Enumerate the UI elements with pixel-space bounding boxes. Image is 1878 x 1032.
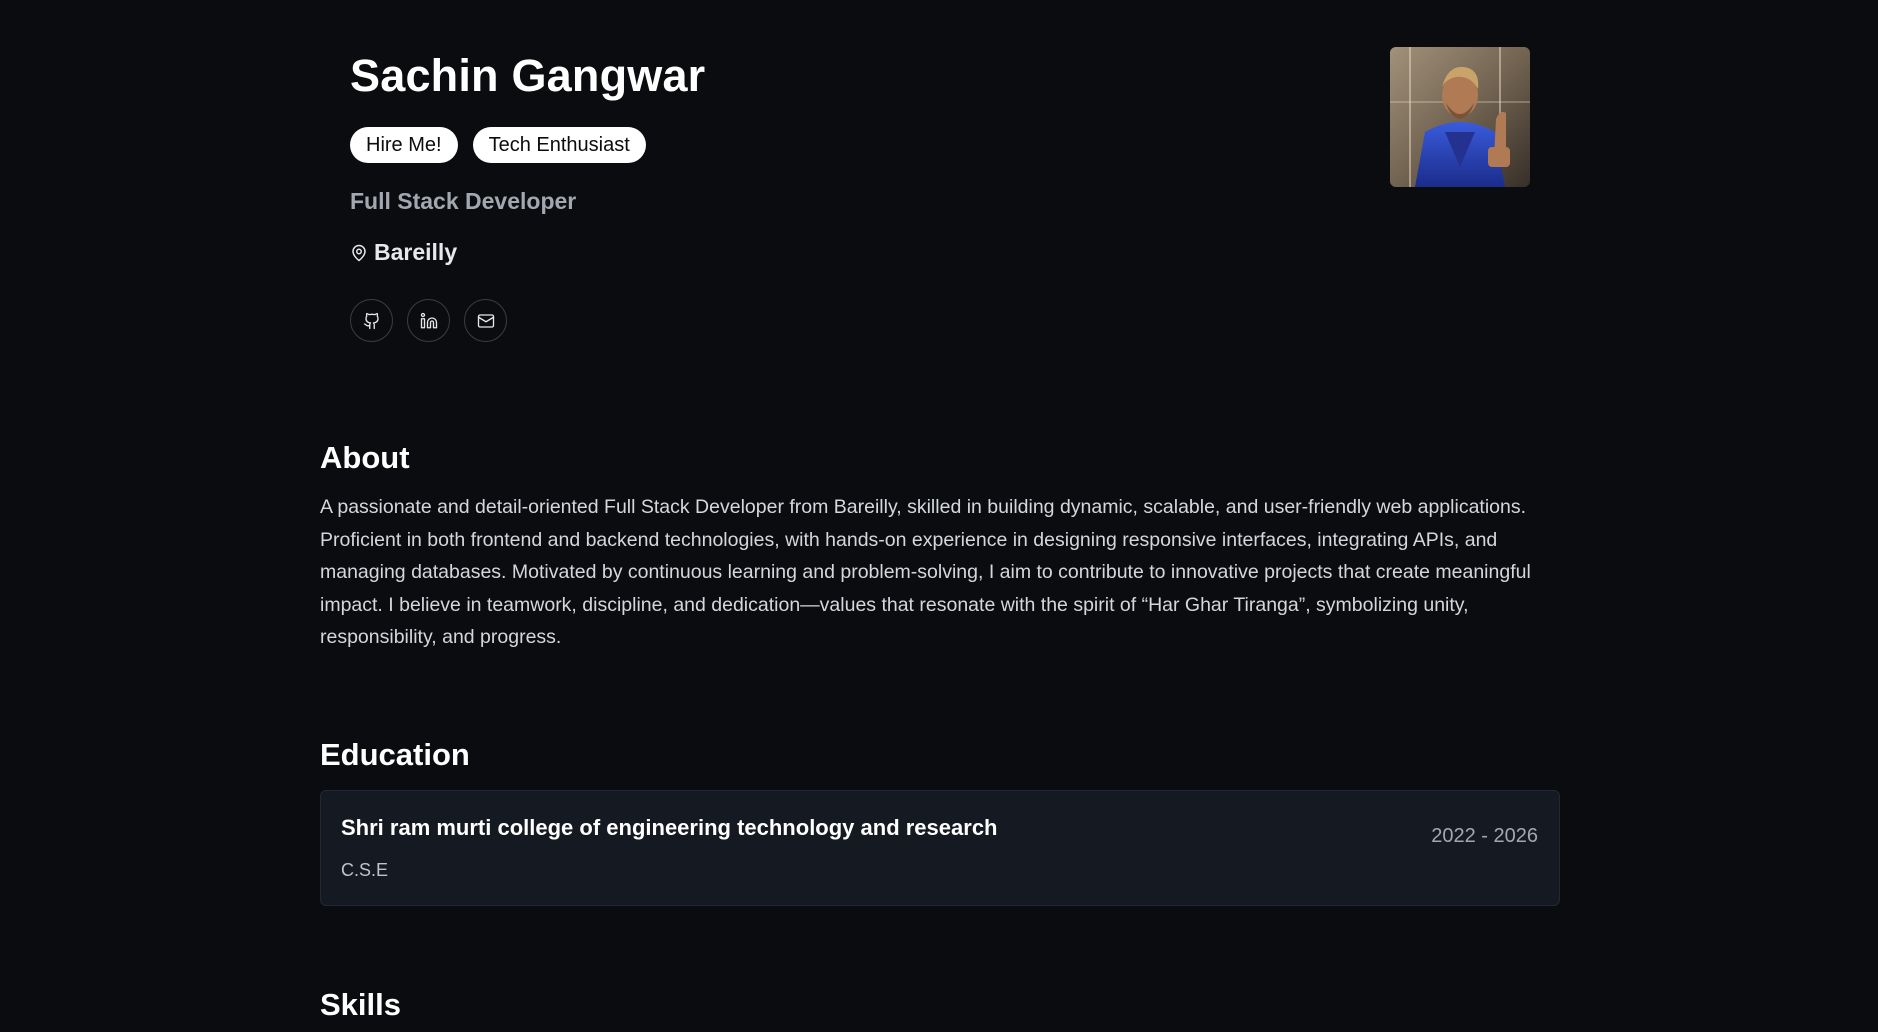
skills-section: Skills <box>320 987 1560 1023</box>
mail-link[interactable] <box>464 299 507 342</box>
profile-name: Sachin Gangwar <box>350 50 706 101</box>
about-text: A passionate and detail-oriented Full St… <box>320 496 1531 649</box>
education-degree: C.S.E <box>341 860 389 880</box>
profile-location: Bareilly <box>350 239 1530 266</box>
social-links <box>350 299 1530 342</box>
education-school: Shri ram murti college of engineering te… <box>341 815 998 840</box>
about-title: About <box>320 440 410 475</box>
github-link[interactable] <box>350 299 393 342</box>
skills-title: Skills <box>320 987 401 1022</box>
education-years: 2022 - 2026 <box>1431 825 1538 847</box>
education-card: Shri ram murti college of engineering te… <box>320 790 1560 906</box>
hire-me-badge[interactable]: Hire Me! <box>350 127 458 163</box>
education-section: Education Shri ram murti college of engi… <box>320 737 1560 906</box>
mail-icon <box>477 313 494 328</box>
education-title: Education <box>320 737 470 772</box>
profile-role: Full Stack Developer <box>350 188 577 214</box>
badge-list: Hire Me! Tech Enthusiast <box>350 127 1530 163</box>
linkedin-icon <box>420 312 437 328</box>
location-label: Bareilly <box>374 239 458 265</box>
linkedin-link[interactable] <box>407 299 450 342</box>
map-pin-icon <box>352 244 366 261</box>
portfolio-page: Sachin Gangwar Hire Me! Tech Enthusiast … <box>0 0 1878 1032</box>
github-icon <box>363 312 379 329</box>
profile-header: Sachin Gangwar Hire Me! Tech Enthusiast … <box>350 46 1530 386</box>
avatar-photo <box>1390 47 1530 187</box>
tech-enthusiast-badge[interactable]: Tech Enthusiast <box>472 127 646 163</box>
about-section: About A passionate and detail-oriented F… <box>320 440 1560 654</box>
avatar <box>1390 47 1530 187</box>
